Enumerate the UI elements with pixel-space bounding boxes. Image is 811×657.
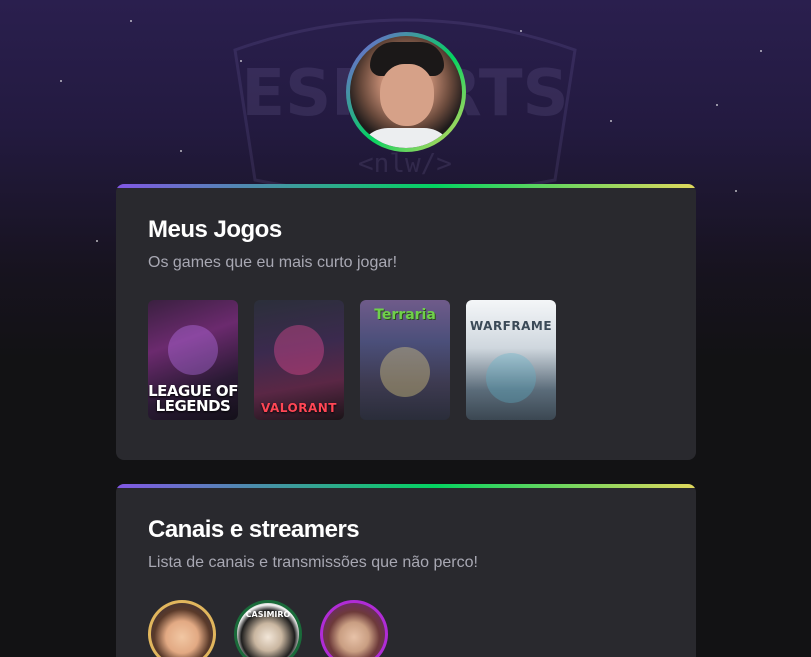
casimiro-badge: CASIMIRO	[246, 610, 291, 619]
game-title: VALORANT	[261, 401, 337, 415]
game-cover-league-of-legends[interactable]: LEAGUE OF LEGENDS	[148, 300, 238, 420]
gradient-border	[116, 484, 696, 488]
channels-card: Canais e streamers Lista de canais e tra…	[116, 484, 696, 657]
streamer-avatar-casimiro[interactable]: CASIMIRO	[234, 600, 302, 657]
star	[60, 80, 62, 82]
profile-avatar	[346, 32, 466, 152]
star	[610, 120, 612, 122]
streamers-list: CASIMIRO	[148, 600, 388, 657]
game-cover-valorant[interactable]: VALORANT	[254, 300, 344, 420]
star	[96, 240, 98, 242]
channels-title: Canais e streamers	[148, 516, 360, 543]
games-title: Meus Jogos	[148, 216, 282, 243]
star	[735, 190, 737, 192]
games-list: LEAGUE OF LEGENDS VALORANT Terraria WARF…	[148, 300, 556, 420]
star	[130, 20, 132, 22]
avatar-photo	[350, 36, 462, 148]
games-subtitle: Os games que eu mais curto jogar!	[148, 254, 398, 271]
star	[520, 30, 522, 32]
svg-text:CASIMIRO: CASIMIRO	[246, 610, 291, 619]
svg-text:<nlw/>: <nlw/>	[358, 149, 452, 179]
game-title: Terraria	[374, 307, 436, 323]
star	[760, 50, 762, 52]
streamer-avatar[interactable]	[320, 600, 388, 657]
star	[240, 60, 242, 62]
streamer-avatar[interactable]	[148, 600, 216, 657]
game-title: WARFRAME	[469, 319, 553, 333]
star	[716, 104, 718, 106]
channels-subtitle: Lista de canais e transmissões que não p…	[148, 554, 478, 571]
games-card: Meus Jogos Os games que eu mais curto jo…	[116, 184, 696, 460]
star	[180, 150, 182, 152]
game-title: LEAGUE OF LEGENDS	[148, 382, 238, 415]
gradient-border	[116, 184, 696, 188]
game-cover-warframe[interactable]: WARFRAME	[466, 300, 556, 420]
game-cover-terraria[interactable]: Terraria	[360, 300, 450, 420]
